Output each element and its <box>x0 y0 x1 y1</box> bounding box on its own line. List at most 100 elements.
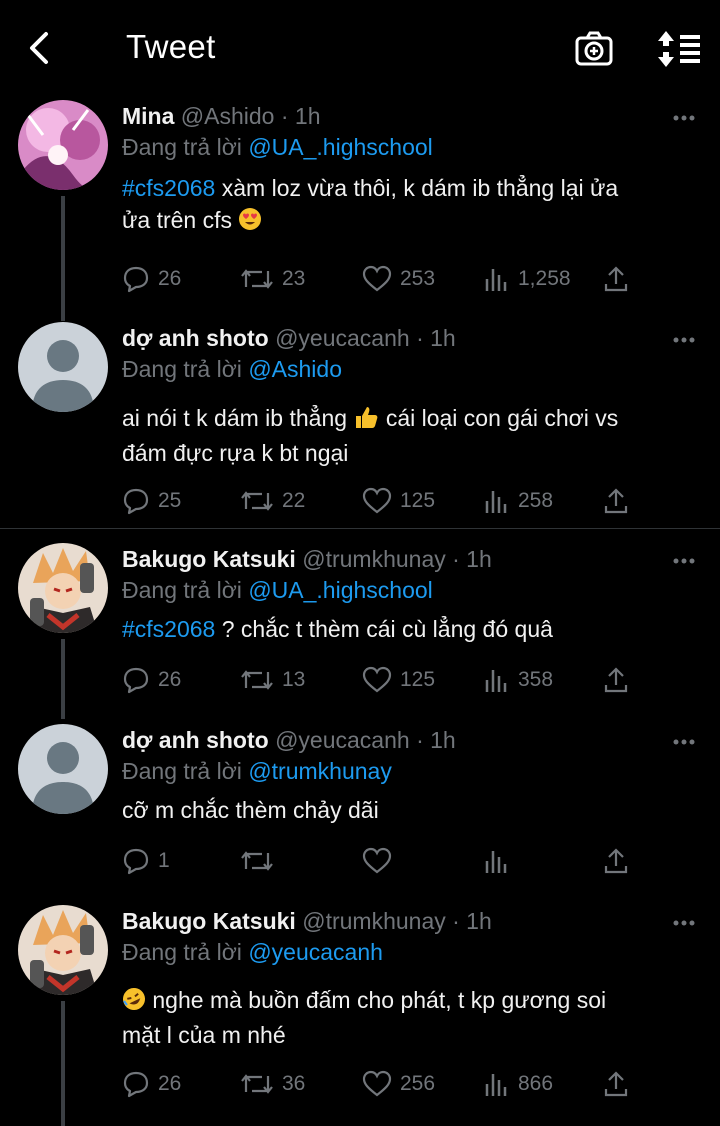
reply-button[interactable]: 26 <box>122 663 181 697</box>
retweet-count: 23 <box>282 267 306 290</box>
tweet[interactable]: Bakugo Katsuki @trumkhunay · 1h Đang trả… <box>0 543 720 719</box>
reply-mention[interactable]: @UA_.highschool <box>248 134 432 160</box>
reply-count: 26 <box>158 1072 182 1095</box>
retweet-icon <box>241 491 273 511</box>
views-button[interactable]: 358 <box>484 663 553 697</box>
user-handle[interactable]: @Ashido <box>181 103 275 129</box>
avatar[interactable] <box>18 543 108 633</box>
hashtag[interactable]: #cfs2068 <box>122 175 215 201</box>
user-handle[interactable]: @yeucacanh <box>275 325 410 351</box>
reply-button[interactable]: 26 <box>122 262 181 296</box>
reply-mention[interactable]: @yeucacanh <box>248 939 383 965</box>
retweet-button[interactable]: 13 <box>240 663 305 697</box>
tweet-text-line1: ai nói t k dám ib thẳng <box>122 405 348 431</box>
retweet-button[interactable]: 36 <box>240 1067 305 1101</box>
tweet[interactable]: Mina @Ashido · 1h Đang trả lời @UA_.high… <box>0 100 720 321</box>
share-icon <box>604 667 628 693</box>
reply-icon <box>123 488 149 515</box>
back-arrow-icon[interactable] <box>22 30 58 66</box>
tweet-header: dợ anh shoto @yeucacanh · 1h <box>122 325 456 359</box>
like-button[interactable]: 253 <box>362 262 435 296</box>
like-button[interactable]: 256 <box>362 1067 435 1101</box>
view-count: 358 <box>518 668 554 691</box>
more-options-icon[interactable] <box>668 108 702 128</box>
views-button[interactable]: 1,258 <box>484 262 571 296</box>
more-options-icon[interactable] <box>668 913 702 933</box>
tweet-text: nghe mà buồn đấm cho phát, t kp gương so… <box>122 984 702 1051</box>
reply-button[interactable]: 26 <box>122 1067 181 1101</box>
reply-icon <box>123 848 149 875</box>
like-button[interactable] <box>362 844 400 878</box>
tweet-text: #cfs2068 ? chắc t thèm cái cù lẳng đó qu… <box>122 613 702 645</box>
tweet-actions: 1 <box>122 844 662 878</box>
thread-line <box>61 196 65 321</box>
display-name[interactable]: Bakugo Katsuki <box>122 546 296 572</box>
tweet-header: Bakugo Katsuki @trumkhunay · 1h <box>122 908 492 942</box>
views-button[interactable]: 866 <box>484 1067 553 1101</box>
more-options-icon[interactable] <box>668 732 702 752</box>
views-button[interactable]: 258 <box>484 484 553 518</box>
views-button[interactable] <box>484 844 518 878</box>
more-options-icon[interactable] <box>668 551 702 571</box>
reply-context: Đang trả lời @Ashido <box>122 356 342 383</box>
user-handle[interactable]: @trumkhunay <box>302 908 446 934</box>
retweet-icon <box>241 670 273 690</box>
share-button[interactable] <box>602 484 630 518</box>
tweet-text-after-emoji: cái loại con gái chơi vs <box>385 405 619 431</box>
page-title: Tweet <box>126 28 216 65</box>
display-name[interactable]: dợ anh shoto <box>122 325 269 351</box>
more-options-icon[interactable] <box>668 330 702 350</box>
avatar[interactable] <box>18 322 108 412</box>
like-button[interactable]: 125 <box>362 663 435 697</box>
reply-icon <box>123 667 149 694</box>
view-count: 866 <box>518 1072 554 1095</box>
tweet-actions: 26 36 256 866 <box>122 1067 662 1101</box>
reply-button[interactable]: 1 <box>122 844 170 878</box>
share-button[interactable] <box>602 844 630 878</box>
tweet-actions: 26 13 125 358 <box>122 663 662 697</box>
share-icon <box>604 1071 628 1097</box>
camera-plus-icon[interactable] <box>574 29 614 69</box>
reply-button[interactable]: 25 <box>122 484 181 518</box>
sort-icon[interactable] <box>654 29 702 69</box>
retweet-icon <box>241 851 273 871</box>
heart-icon <box>362 487 392 514</box>
reply-mention[interactable]: @trumkhunay <box>248 758 392 784</box>
avatar[interactable] <box>18 100 108 190</box>
share-button[interactable] <box>602 1067 630 1101</box>
display-name[interactable]: Mina <box>122 103 174 129</box>
reply-mention[interactable]: @Ashido <box>248 356 342 382</box>
tweet-text-line1: xàm loz vừa thôi, k dám ib thẳng lại ửa <box>221 175 619 201</box>
reply-mention[interactable]: @UA_.highschool <box>248 577 432 603</box>
avatar[interactable] <box>18 724 108 814</box>
tweet[interactable]: Bakugo Katsuki @trumkhunay · 1h Đang trả… <box>0 905 720 1126</box>
tweet[interactable]: dợ anh shoto @yeucacanh · 1h Đang trả lờ… <box>0 322 720 522</box>
view-count: 258 <box>518 489 554 512</box>
reply-context: Đang trả lời @UA_.highschool <box>122 577 433 604</box>
like-button[interactable]: 125 <box>362 484 435 518</box>
avatar[interactable] <box>18 905 108 995</box>
tweet-text-line1: cỡ m chắc thèm chảy dãi <box>122 797 379 823</box>
reply-count: 26 <box>158 668 182 691</box>
tweet-actions: 25 22 125 258 <box>122 484 662 518</box>
reply-prefix: Đang trả lời <box>122 577 242 603</box>
share-icon <box>604 266 628 292</box>
user-handle[interactable]: @yeucacanh <box>275 727 410 753</box>
retweet-button[interactable]: 23 <box>240 262 305 296</box>
view-count: 1,258 <box>518 267 571 290</box>
hashtag[interactable]: #cfs2068 <box>122 616 215 642</box>
retweet-count: 13 <box>282 668 306 691</box>
tweet-actions: 26 23 253 1,258 <box>122 262 662 296</box>
views-icon <box>485 670 507 692</box>
display-name[interactable]: Bakugo Katsuki <box>122 908 296 934</box>
share-button[interactable] <box>602 663 630 697</box>
retweet-button[interactable] <box>240 844 282 878</box>
share-button[interactable] <box>602 262 630 296</box>
retweet-button[interactable]: 22 <box>240 484 305 518</box>
reply-prefix: Đang trả lời <box>122 134 242 160</box>
reply-prefix: Đang trả lời <box>122 939 242 965</box>
tweet[interactable]: dợ anh shoto @yeucacanh · 1h Đang trả lờ… <box>0 724 720 894</box>
like-count: 125 <box>400 489 436 512</box>
display-name[interactable]: dợ anh shoto <box>122 727 269 753</box>
user-handle[interactable]: @trumkhunay <box>302 546 446 572</box>
